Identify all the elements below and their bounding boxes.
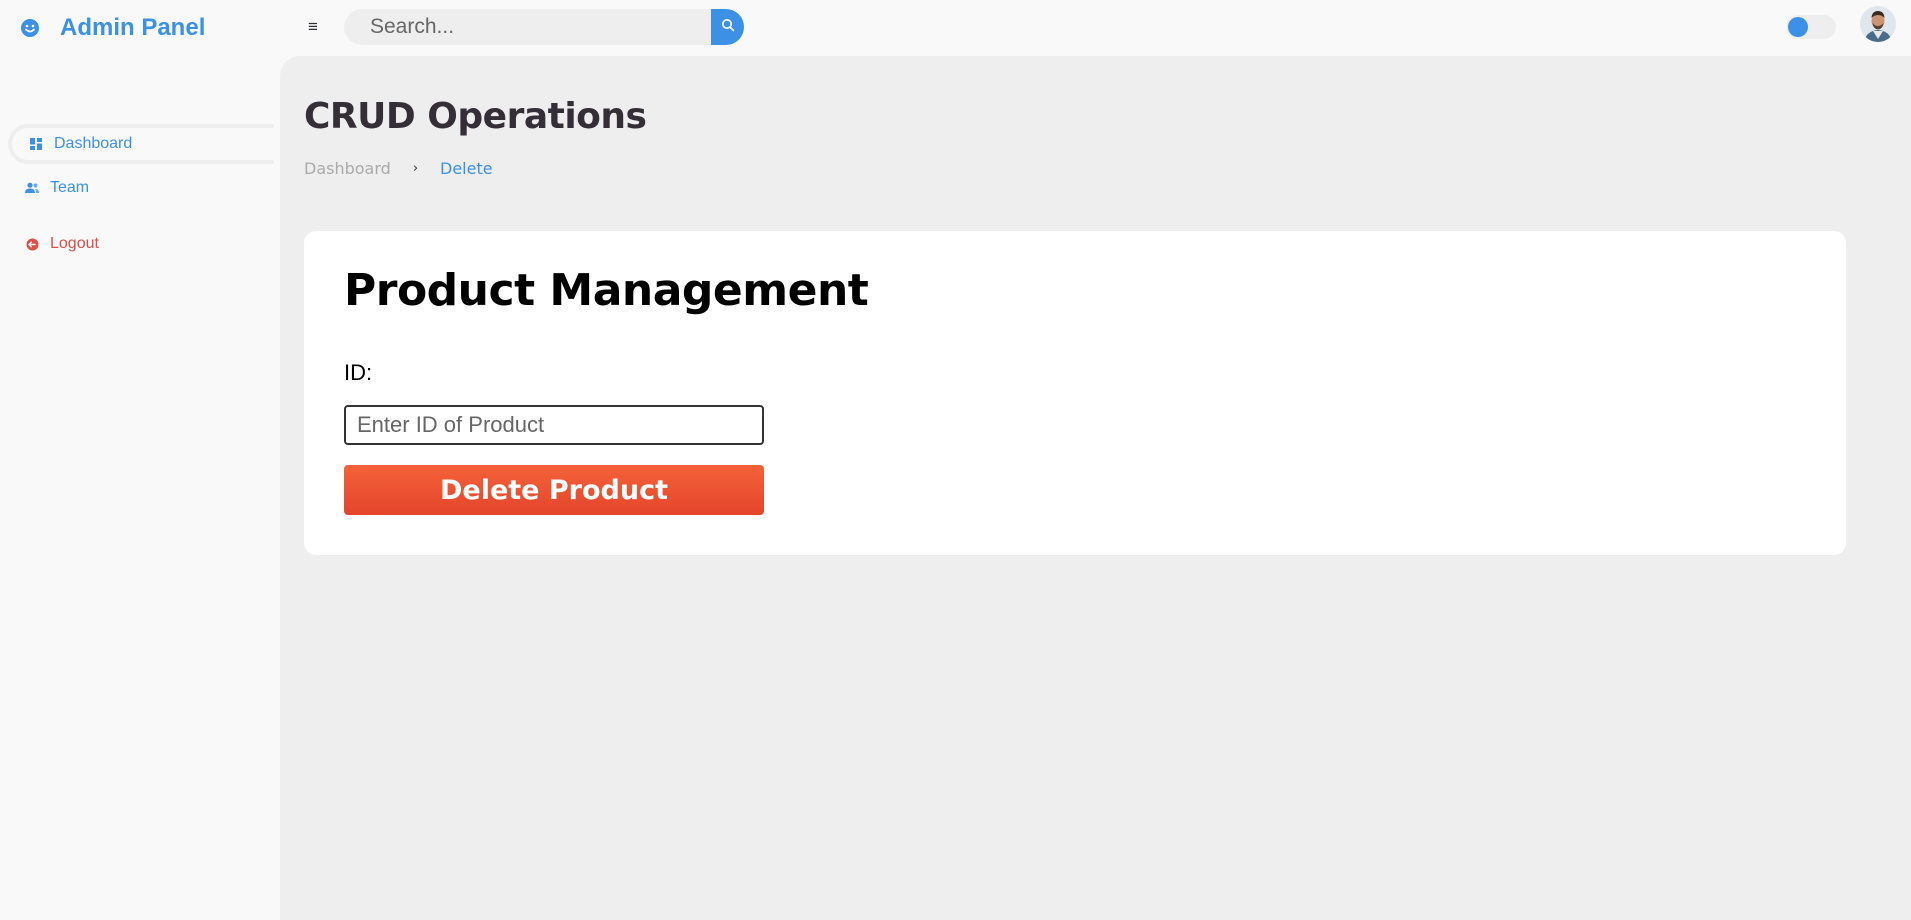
brand[interactable]: Admin Panel xyxy=(18,12,205,44)
team-icon xyxy=(22,178,42,198)
card-title: Product Management xyxy=(344,265,869,316)
search-button[interactable] xyxy=(711,9,744,45)
search-input[interactable] xyxy=(344,9,711,45)
search-form xyxy=(344,9,744,45)
brand-name: Admin Panel xyxy=(60,14,206,41)
theme-toggle[interactable] xyxy=(1786,15,1836,39)
hamburger-icon[interactable]: ≡ xyxy=(304,14,322,40)
delete-product-button[interactable]: Delete Product xyxy=(344,465,764,515)
sidebar-item-label: Dashboard xyxy=(54,135,133,152)
breadcrumb-dashboard[interactable]: Dashboard xyxy=(304,159,391,178)
smiley-icon xyxy=(18,16,42,40)
sidebar-item-team[interactable]: Team xyxy=(8,168,274,208)
top-navbar: Admin Panel ≡ xyxy=(0,0,1911,56)
search-icon xyxy=(721,18,735,37)
breadcrumb: Dashboard › Delete xyxy=(304,159,493,178)
user-avatar[interactable] xyxy=(1860,6,1896,42)
product-form-card: Product Management ID: Delete Product xyxy=(304,231,1846,555)
sidebar-item-label: Team xyxy=(50,179,90,196)
sidebar: Dashboard Team Logout xyxy=(0,56,280,920)
chevron-right-icon: › xyxy=(412,161,419,176)
id-label: ID: xyxy=(344,360,373,385)
main-content: CRUD Operations Dashboard › Delete Produ… xyxy=(280,56,1911,920)
dashboard-icon xyxy=(26,134,46,154)
page-title: CRUD Operations xyxy=(304,96,647,137)
sidebar-item-label: Logout xyxy=(50,235,99,252)
sidebar-item-dashboard-inner: Dashboard xyxy=(12,128,274,160)
logout-icon xyxy=(22,234,42,254)
sidebar-item-logout[interactable]: Logout xyxy=(8,224,274,264)
breadcrumb-delete[interactable]: Delete xyxy=(440,159,493,178)
product-id-input[interactable] xyxy=(344,405,764,445)
toggle-knob xyxy=(1788,17,1808,37)
sidebar-item-dashboard[interactable]: Dashboard xyxy=(8,124,274,164)
